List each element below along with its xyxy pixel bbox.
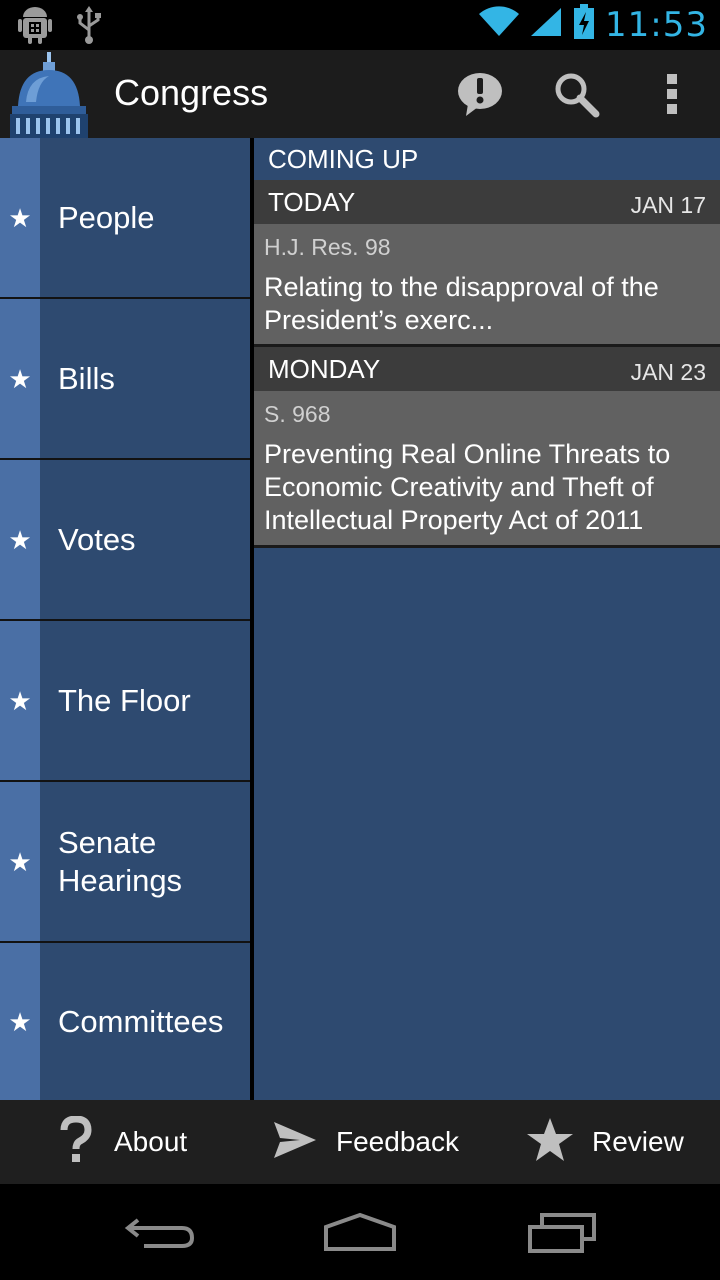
overflow-menu-icon[interactable] (646, 68, 698, 120)
bill-list-item[interactable]: S. 968 Preventing Real Online Threats to… (254, 391, 720, 548)
sidebar-item-committees[interactable]: ★ Committees (0, 943, 250, 1100)
sidebar-item-senate-hearings[interactable]: ★ Senate Hearings (0, 782, 250, 941)
star-icon (526, 1117, 574, 1168)
clock: 11:53 (605, 4, 708, 45)
back-icon[interactable] (120, 1208, 200, 1256)
day-name: MONDAY (268, 354, 381, 384)
section-header: COMING UP (254, 138, 720, 180)
wifi-icon (479, 6, 520, 43)
star-icon[interactable]: ★ (8, 527, 31, 553)
bill-title: Relating to the disapproval of the Presi… (264, 272, 659, 335)
action-bar: Congress (0, 50, 720, 138)
review-button[interactable]: Review (526, 1100, 684, 1184)
bill-code: H.J. Res. 98 (264, 234, 391, 260)
review-label: Review (592, 1126, 684, 1157)
help-icon (56, 1114, 96, 1169)
feedback-label: Feedback (336, 1126, 459, 1157)
star-icon[interactable]: ★ (8, 688, 31, 714)
recent-apps-icon[interactable] (522, 1208, 602, 1256)
sidebar: ★ People ★ Bills ★ Votes ★ The Floor ★ S… (0, 138, 250, 1100)
home-icon[interactable] (320, 1208, 400, 1256)
star-icon[interactable]: ★ (8, 205, 31, 231)
sidebar-item-label: People (58, 199, 155, 235)
day-date: JAN 17 (630, 192, 706, 218)
cell-signal-icon (529, 6, 563, 43)
star-icon[interactable]: ★ (8, 849, 31, 875)
about-button[interactable]: About (56, 1100, 187, 1184)
system-nav-bar (0, 1184, 720, 1280)
sidebar-item-the-floor[interactable]: ★ The Floor (0, 621, 250, 780)
capitol-dome-icon[interactable] (8, 52, 90, 138)
about-label: About (114, 1126, 188, 1157)
sidebar-item-label: Committees (58, 1003, 224, 1039)
status-bar: 11:53 (0, 0, 720, 50)
day-header: MONDAY JAN 23 (254, 347, 720, 391)
coming-up-panel: COMING UP TODAY JAN 17 H.J. Res. 98 Rela… (254, 138, 720, 1100)
sidebar-item-label: Bills (58, 360, 115, 396)
section-title: COMING UP (268, 144, 419, 174)
day-header: TODAY JAN 17 (254, 180, 720, 224)
star-icon[interactable]: ★ (8, 1009, 31, 1035)
star-icon[interactable]: ★ (8, 366, 31, 392)
feedback-button[interactable]: Feedback (272, 1100, 459, 1184)
sidebar-item-bills[interactable]: ★ Bills (0, 299, 250, 458)
sidebar-item-label: Senate Hearings (58, 824, 183, 898)
send-icon (272, 1120, 318, 1165)
bill-title: Preventing Real Online Threats to Econom… (264, 439, 671, 535)
usb-icon (76, 6, 102, 49)
day-name: TODAY (268, 187, 356, 217)
sidebar-item-votes[interactable]: ★ Votes (0, 460, 250, 619)
sidebar-item-people[interactable]: ★ People (0, 138, 250, 297)
alert-icon[interactable] (454, 68, 506, 120)
sidebar-item-label: Votes (58, 521, 136, 557)
day-date: JAN 23 (630, 359, 706, 385)
sidebar-item-label: The Floor (58, 682, 191, 718)
battery-charging-icon (573, 4, 595, 45)
search-icon[interactable] (550, 68, 602, 120)
app-title: Congress (114, 72, 269, 113)
android-debug-icon (18, 6, 52, 49)
bottom-toolbar: About Feedback Review (0, 1100, 720, 1184)
bill-code: S. 968 (264, 401, 331, 427)
bill-list-item[interactable]: H.J. Res. 98 Relating to the disapproval… (254, 224, 720, 347)
